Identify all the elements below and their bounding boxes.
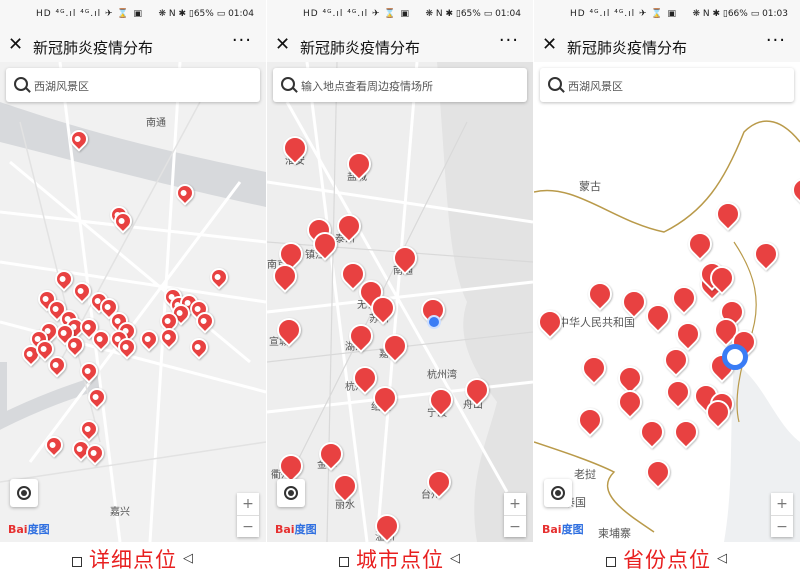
zoom-out-button[interactable]: − — [771, 516, 793, 538]
baidu-logo: Bai度图 — [542, 523, 584, 536]
zoom-in-button[interactable]: + — [771, 493, 793, 516]
search-placeholder: 西湖风景区 — [568, 80, 623, 93]
page-title: 新冠肺炎疫情分布 — [33, 39, 154, 57]
current-location-marker — [427, 315, 441, 329]
search-placeholder: 西湖风景区 — [34, 80, 89, 93]
search-bar[interactable]: 输入地点查看周边疫情场所 — [273, 68, 527, 102]
status-icons-left: HD ⁴ᴳ.ıl ⁴ᴳ.ıl ✈ ⌛ ▣ — [303, 9, 410, 19]
screenshot-collage: HD ⁣⁴ᴳ.ıl ⁴ᴳ.ıl ✈ ⌛ ▣ ❋ N ✱ ▯65% ▭ 01:04… — [0, 0, 800, 578]
close-icon[interactable]: ✕ — [275, 34, 290, 55]
close-icon[interactable]: ✕ — [542, 34, 557, 55]
status-icons-right: ❋ N ✱ ▯65% ▭ 01:04 — [158, 9, 254, 19]
map-label: 南通 — [146, 118, 166, 129]
status-bar: HD ⁴ᴳ.ıl ⁴ᴳ.ıl ✈ ⌛ ▣ ❋ N ✱ ▯65% ▭ 01:04 — [267, 0, 533, 32]
status-icons-left: HD ⁴ᴳ.ıl ⁴ᴳ.ıl ✈ ⌛ ▣ — [570, 9, 677, 19]
map-label: 嘉兴 — [110, 507, 130, 518]
phone-panel-detail: HD ⁣⁴ᴳ.ıl ⁴ᴳ.ıl ✈ ⌛ ▣ ❋ N ✱ ▯65% ▭ 01:04… — [0, 0, 266, 578]
title-bar: ✕ 新冠肺炎疫情分布 ··· — [0, 30, 266, 62]
baidu-logo: Bai度图 — [8, 523, 50, 536]
search-bar[interactable]: 西湖风景区 — [6, 68, 260, 102]
search-placeholder: 输入地点查看周边疫情场所 — [301, 80, 433, 93]
zoom-control: + − — [237, 493, 259, 537]
map-label: 杭州湾 — [427, 370, 457, 381]
status-icons-right: ❋ N ✱ ▯66% ▭ 01:03 — [692, 9, 788, 19]
map-label: 中华人民共和国 — [558, 316, 635, 329]
current-location-marker — [722, 344, 748, 370]
zoom-out-button[interactable]: − — [504, 516, 526, 538]
map-label: 老挝 — [574, 468, 596, 481]
more-icon[interactable]: ··· — [499, 30, 519, 51]
locate-icon[interactable] — [277, 479, 305, 507]
baidu-logo: Bai度图 — [275, 523, 317, 536]
zoom-control: + − — [504, 493, 526, 537]
caption: 省份点位 — [623, 548, 711, 572]
caption: 详细点位 — [89, 548, 177, 572]
status-bar: HD ⁣⁴ᴳ.ıl ⁴ᴳ.ıl ✈ ⌛ ▣ ❋ N ✱ ▯65% ▭ 01:04 — [0, 0, 266, 32]
phone-panel-province: HD ⁴ᴳ.ıl ⁴ᴳ.ıl ✈ ⌛ ▣ ❋ N ✱ ▯66% ▭ 01:03 … — [534, 0, 800, 578]
locate-icon[interactable] — [10, 479, 38, 507]
page-title: 新冠肺炎疫情分布 — [567, 39, 688, 57]
zoom-in-button[interactable]: + — [237, 493, 259, 516]
map-view[interactable] — [267, 62, 533, 542]
zoom-control: + − — [771, 493, 793, 537]
phone-panel-city: HD ⁴ᴳ.ıl ⁴ᴳ.ıl ✈ ⌛ ▣ ❋ N ✱ ▯65% ▭ 01:04 … — [267, 0, 533, 578]
zoom-out-button[interactable]: − — [237, 516, 259, 538]
caption: 城市点位 — [356, 548, 444, 572]
map-label: 柬埔寨 — [598, 527, 631, 540]
zoom-in-button[interactable]: + — [504, 493, 526, 516]
title-bar: ✕ 新冠肺炎疫情分布 ··· — [267, 30, 533, 62]
status-icons-left: HD ⁣⁴ᴳ.ıl ⁴ᴳ.ıl ✈ ⌛ ▣ — [36, 9, 143, 19]
more-icon[interactable]: ··· — [766, 30, 786, 51]
more-icon[interactable]: ··· — [232, 30, 252, 51]
search-icon — [281, 77, 295, 91]
search-icon — [548, 77, 562, 91]
status-bar: HD ⁴ᴳ.ıl ⁴ᴳ.ıl ✈ ⌛ ▣ ❋ N ✱ ▯66% ▭ 01:03 — [534, 0, 800, 32]
status-icons-right: ❋ N ✱ ▯65% ▭ 01:04 — [425, 9, 521, 19]
title-bar: ✕ 新冠肺炎疫情分布 ··· — [534, 30, 800, 62]
map-background — [267, 62, 533, 542]
close-icon[interactable]: ✕ — [8, 34, 23, 55]
page-title: 新冠肺炎疫情分布 — [300, 39, 421, 57]
locate-icon[interactable] — [544, 479, 572, 507]
map-label: 蒙古 — [579, 180, 601, 193]
search-bar[interactable]: 西湖风景区 — [540, 68, 794, 102]
search-icon — [14, 77, 28, 91]
